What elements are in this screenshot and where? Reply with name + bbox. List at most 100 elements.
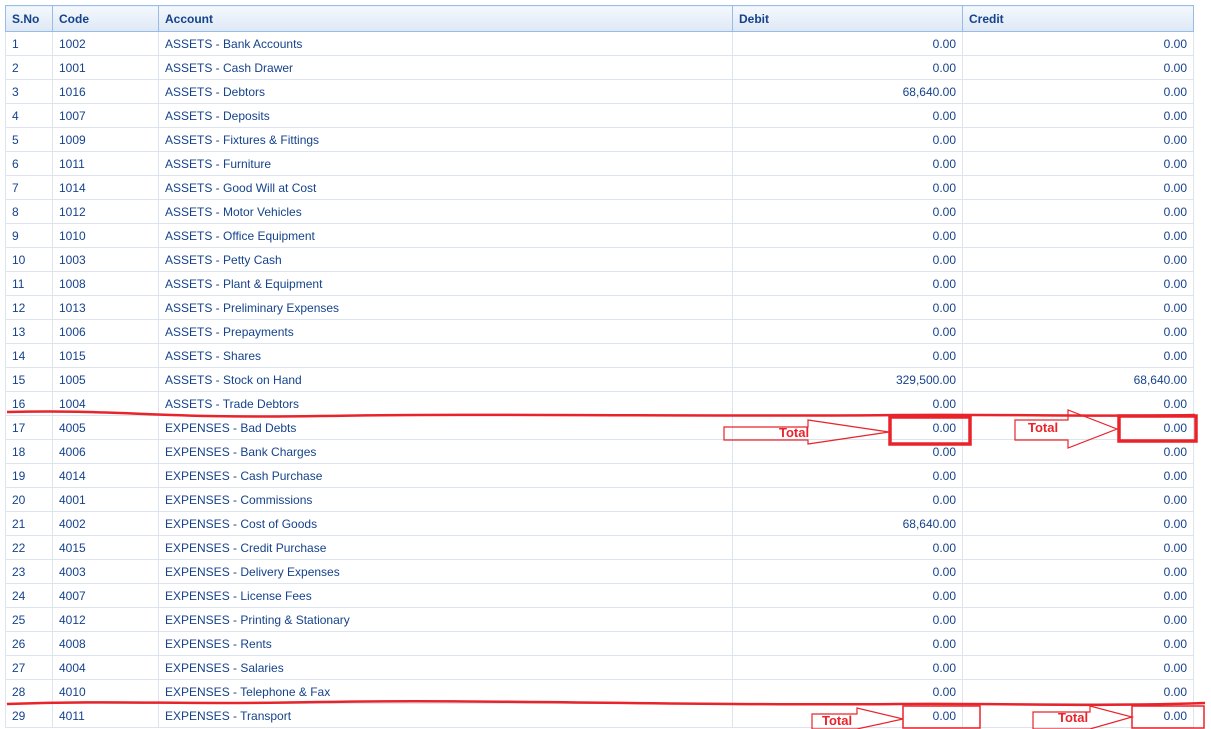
cell-debit: 329,500.00 — [732, 367, 963, 392]
cell-sno: 3 — [5, 79, 53, 104]
table-row[interactable]: 2 1001 ASSETS - Cash Drawer 0.00 0.00 — [5, 55, 1194, 80]
cell-code: 1013 — [52, 295, 159, 320]
cell-sno: 21 — [5, 511, 53, 536]
column-header-sno[interactable]: S.No — [5, 5, 53, 32]
table-row[interactable]: 25 4012 EXPENSES - Printing & Stationary 0.… — [5, 607, 1194, 632]
cell-credit: 0.00 — [962, 511, 1194, 536]
cell-credit: 0.00 — [962, 151, 1194, 176]
cell-credit: 0.00 — [962, 679, 1194, 704]
cell-debit: 0.00 — [732, 535, 963, 560]
cell-code: 1008 — [52, 271, 159, 296]
table-row[interactable]: 5 1009 ASSETS - Fixtures & Fittings 0.00 0.0… — [5, 127, 1194, 152]
cell-account: ASSETS - Preliminary Expenses — [158, 295, 733, 320]
cell-account: EXPENSES - Bad Debts — [158, 415, 733, 440]
cell-credit: 0.00 — [962, 79, 1194, 104]
table-row[interactable]: 22 4015 EXPENSES - Credit Purchase 0.00 0.00 — [5, 535, 1194, 560]
cell-account: ASSETS - Stock on Hand — [158, 367, 733, 392]
table-row[interactable]: 24 4007 EXPENSES - License Fees 0.00 0.00 — [5, 583, 1194, 608]
cell-sno: 25 — [5, 607, 53, 632]
cell-debit: 0.00 — [732, 607, 963, 632]
table-row[interactable]: 16 1004 ASSETS - Trade Debtors 0.00 0.00 — [5, 391, 1194, 416]
cell-credit: 0.00 — [962, 607, 1194, 632]
cell-debit: 0.00 — [732, 487, 963, 512]
table-row[interactable]: 6 1011 ASSETS - Furniture 0.00 0.00 — [5, 151, 1194, 176]
cell-sno: 22 — [5, 535, 53, 560]
cell-sno: 20 — [5, 487, 53, 512]
cell-sno: 15 — [5, 367, 53, 392]
cell-account: EXPENSES - Rents — [158, 631, 733, 656]
cell-account: EXPENSES - License Fees — [158, 583, 733, 608]
table-row[interactable]: 13 1006 ASSETS - Prepayments 0.00 0.00 — [5, 319, 1194, 344]
cell-code: 4005 — [52, 415, 159, 440]
table-row[interactable]: 29 4011 EXPENSES - Transport 0.00 0.00 — [5, 703, 1194, 728]
cell-code: 1010 — [52, 223, 159, 248]
table-row[interactable]: 9 1010 ASSETS - Office Equipment 0.00 0.00 — [5, 223, 1194, 248]
table-row[interactable]: 10 1003 ASSETS - Petty Cash 0.00 0.00 — [5, 247, 1194, 272]
table-row[interactable]: 27 4004 EXPENSES - Salaries 0.00 0.00 — [5, 655, 1194, 680]
table-row[interactable]: 19 4014 EXPENSES - Cash Purchase 0.00 0.00 — [5, 463, 1194, 488]
table-row[interactable]: 20 4001 EXPENSES - Commissions 0.00 0.00 — [5, 487, 1194, 512]
cell-account: EXPENSES - Commissions — [158, 487, 733, 512]
table-row[interactable]: 18 4006 EXPENSES - Bank Charges 0.00 0.00 — [5, 439, 1194, 464]
cell-debit: 0.00 — [732, 55, 963, 80]
cell-debit: 0.00 — [732, 559, 963, 584]
table-row[interactable]: 1 1002 ASSETS - Bank Accounts 0.00 0.00 — [5, 31, 1194, 56]
cell-account: ASSETS - Prepayments — [158, 319, 733, 344]
column-header-credit[interactable]: Credit — [962, 5, 1194, 32]
column-header-debit[interactable]: Debit — [732, 5, 963, 32]
table-row[interactable]: 11 1008 ASSETS - Plant & Equipment 0.00 0.00 — [5, 271, 1194, 296]
trial-balance-grid: S.No Code Account Debit Credit 1 1002 ASSE… — [5, 5, 1194, 728]
table-row[interactable]: 8 1012 ASSETS - Motor Vehicles 0.00 0.00 — [5, 199, 1194, 224]
cell-code: 1009 — [52, 127, 159, 152]
cell-debit: 68,640.00 — [732, 79, 963, 104]
cell-sno: 11 — [5, 271, 53, 296]
cell-account: ASSETS - Trade Debtors — [158, 391, 733, 416]
cell-account: ASSETS - Furniture — [158, 151, 733, 176]
cell-sno: 8 — [5, 199, 53, 224]
table-row[interactable]: 15 1005 ASSETS - Stock on Hand 329,500.00 68… — [5, 367, 1194, 392]
cell-code: 1001 — [52, 55, 159, 80]
cell-credit: 68,640.00 — [962, 367, 1194, 392]
cell-credit: 0.00 — [962, 583, 1194, 608]
cell-debit: 68,640.00 — [732, 511, 963, 536]
cell-debit: 0.00 — [732, 175, 963, 200]
cell-sno: 26 — [5, 631, 53, 656]
cell-code: 4002 — [52, 511, 159, 536]
cell-account: ASSETS - Motor Vehicles — [158, 199, 733, 224]
table-row[interactable]: 4 1007 ASSETS - Deposits 0.00 0.00 — [5, 103, 1194, 128]
table-row[interactable]: 14 1015 ASSETS - Shares 0.00 0.00 — [5, 343, 1194, 368]
cell-credit: 0.00 — [962, 559, 1194, 584]
cell-account: ASSETS - Deposits — [158, 103, 733, 128]
table-row[interactable]: 17 4005 EXPENSES - Bad Debts 0.00 0.00 — [5, 415, 1194, 440]
cell-credit: 0.00 — [962, 343, 1194, 368]
cell-account: EXPENSES - Cash Purchase — [158, 463, 733, 488]
column-header-account[interactable]: Account — [158, 5, 733, 32]
cell-code: 4014 — [52, 463, 159, 488]
table-row[interactable]: 23 4003 EXPENSES - Delivery Expenses 0.00 0.… — [5, 559, 1194, 584]
cell-credit: 0.00 — [962, 703, 1194, 728]
column-header-code[interactable]: Code — [52, 5, 159, 32]
cell-code: 1007 — [52, 103, 159, 128]
cell-credit: 0.00 — [962, 223, 1194, 248]
cell-account: ASSETS - Cash Drawer — [158, 55, 733, 80]
cell-credit: 0.00 — [962, 319, 1194, 344]
table-row[interactable]: 26 4008 EXPENSES - Rents 0.00 0.00 — [5, 631, 1194, 656]
cell-credit: 0.00 — [962, 271, 1194, 296]
cell-debit: 0.00 — [732, 343, 963, 368]
cell-sno: 12 — [5, 295, 53, 320]
table-row[interactable]: 21 4002 EXPENSES - Cost of Goods 68,640.00 0… — [5, 511, 1194, 536]
table-row[interactable]: 12 1013 ASSETS - Preliminary Expenses 0.00 0… — [5, 295, 1194, 320]
cell-debit: 0.00 — [732, 247, 963, 272]
cell-account: EXPENSES - Delivery Expenses — [158, 559, 733, 584]
cell-debit: 0.00 — [732, 703, 963, 728]
cell-code: 4010 — [52, 679, 159, 704]
cell-sno: 13 — [5, 319, 53, 344]
table-row[interactable]: 28 4010 EXPENSES - Telephone & Fax 0.00 0.00 — [5, 679, 1194, 704]
table-row[interactable]: 7 1014 ASSETS - Good Will at Cost 0.00 0.00 — [5, 175, 1194, 200]
cell-debit: 0.00 — [732, 199, 963, 224]
table-row[interactable]: 3 1016 ASSETS - Debtors 68,640.00 0.00 — [5, 79, 1194, 104]
cell-debit: 0.00 — [732, 127, 963, 152]
cell-sno: 19 — [5, 463, 53, 488]
cell-account: ASSETS - Bank Accounts — [158, 31, 733, 56]
cell-code: 4004 — [52, 655, 159, 680]
